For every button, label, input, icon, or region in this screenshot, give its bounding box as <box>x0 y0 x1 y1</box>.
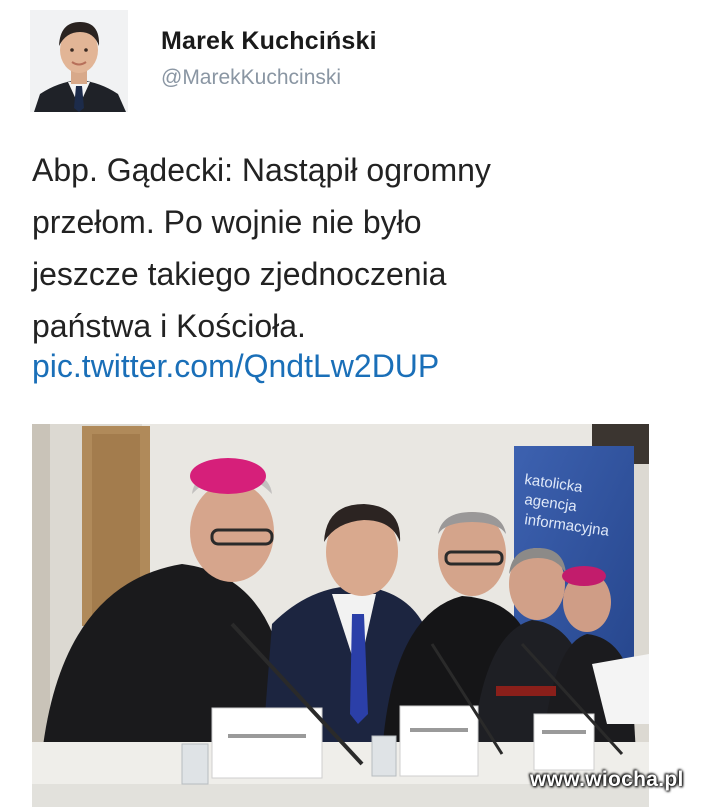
author-name[interactable]: Marek Kuchciński <box>161 27 377 56</box>
author-handle[interactable]: @MarekKuchcinski <box>161 66 341 90</box>
tweet-text: Abp. Gądecki: Nastąpił ogromny przełom. … <box>32 144 682 352</box>
tweet-text-line: przełom. Po wojnie nie było <box>32 204 422 240</box>
tweet-text-line: jeszcze takiego zjednoczenia <box>32 256 447 292</box>
watermark: www.wiocha.pl <box>530 768 684 791</box>
tweet-photo-link[interactable]: pic.twitter.com/QndtLw2DUP <box>32 340 439 392</box>
tweet-photo[interactable]: katolicka agencja informacyjna <box>32 424 649 807</box>
tweet-text-line: Abp. Gądecki: Nastąpił ogromny <box>32 152 491 188</box>
avatar[interactable] <box>30 10 128 112</box>
tweet-card: Marek Kuchciński @MarekKuchcinski Abp. G… <box>0 0 715 807</box>
